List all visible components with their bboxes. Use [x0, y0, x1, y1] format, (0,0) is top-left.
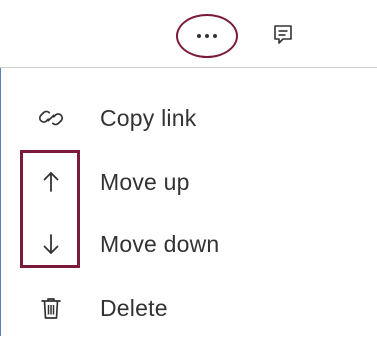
more-horizontal-icon: [205, 34, 209, 38]
menu-item-label: Move up: [100, 168, 190, 195]
menu-item-delete[interactable]: Delete: [10, 288, 370, 328]
trash-icon: [38, 295, 64, 321]
toolbar: [0, 0, 377, 68]
menu-item-label: Delete: [100, 294, 168, 321]
comment-icon: [274, 25, 292, 44]
more-horizontal-icon: [197, 34, 201, 38]
link-icon: [38, 105, 64, 131]
menu-item-copy-link[interactable]: Copy link: [10, 98, 370, 138]
menu-item-label: Move down: [100, 230, 220, 257]
more-options-button[interactable]: [176, 14, 238, 58]
menu-item-label: Copy link: [100, 104, 197, 131]
comment-button[interactable]: [270, 22, 296, 48]
arrow-highlight-box: [20, 150, 80, 268]
more-horizontal-icon: [213, 34, 217, 38]
